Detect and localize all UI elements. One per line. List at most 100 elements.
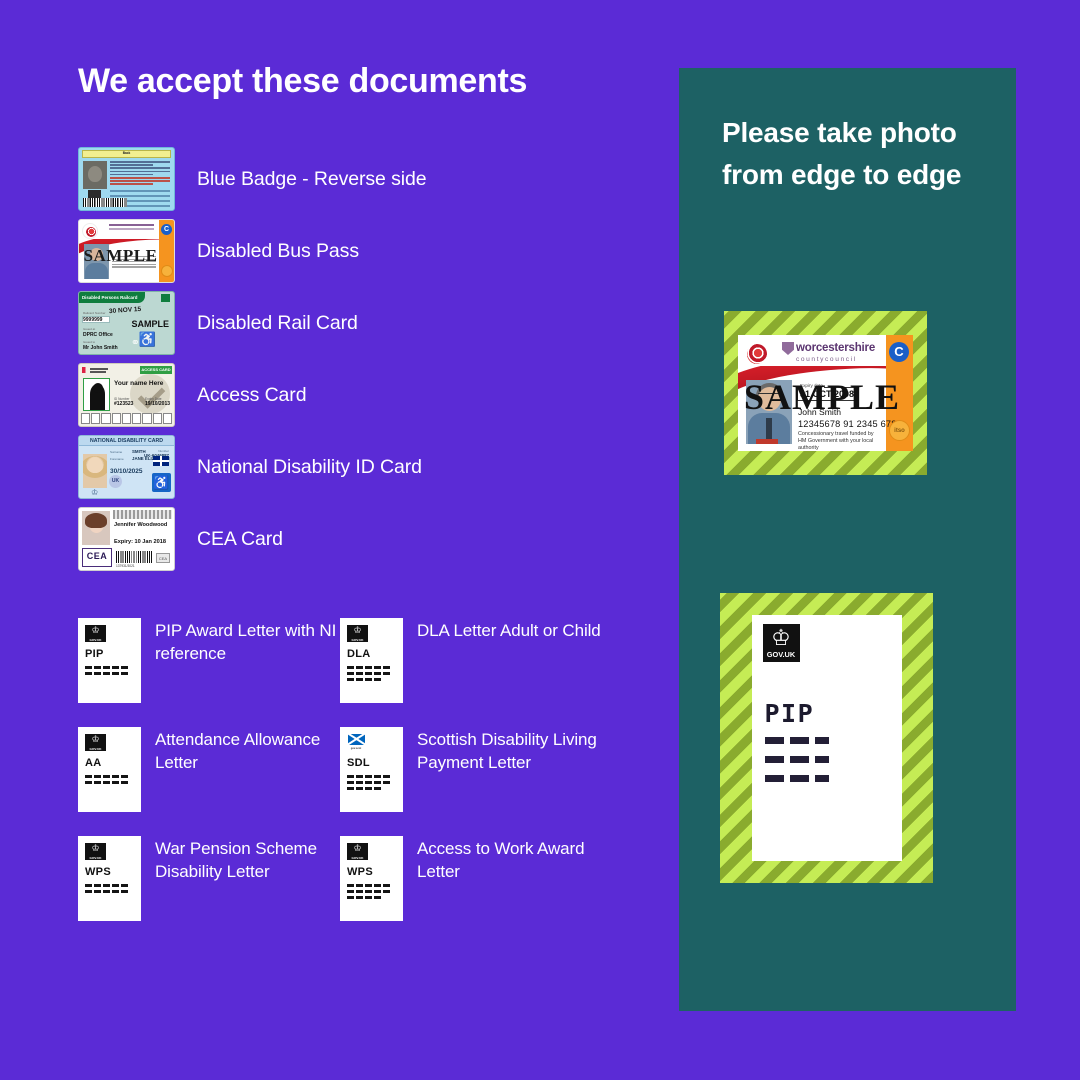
concession-letter: C <box>889 342 909 362</box>
document-label: Access Card <box>197 383 307 406</box>
letter-item-aa[interactable]: ♔ GOV.UK AA Attendance Allowance Letter <box>78 727 340 812</box>
scotland-letter-icon: gov.scot SDL <box>340 727 403 812</box>
letter-row: ♔ GOV.UK WPS War Pension Scheme Disabilit… <box>78 836 658 921</box>
letter-row: ♔ GOV.UK AA Attendance Allowance Letter g… <box>78 727 658 812</box>
sample-watermark: SAMPLE <box>83 246 158 265</box>
accepted-letters-grid: ♔ GOV.UK PIP PIP Award Letter with NI ref… <box>78 618 658 945</box>
panel-title: Please take photo from edge to edge <box>722 117 962 190</box>
uk-roundel: UK <box>109 475 122 488</box>
letter-code: SDL <box>347 757 370 769</box>
council-name-line2: countycouncil <box>796 356 857 363</box>
govuk-letter-icon: ♔ GOV.UK WPS <box>340 836 403 921</box>
govuk-crown-icon: ♔ GOV.UK <box>85 734 106 751</box>
access-card-name: Your name Here <box>114 380 164 387</box>
access-card-icon: ACCESS CARD Your name Here ID Number #12… <box>78 363 175 427</box>
access-card-badge: ACCESS CARD <box>140 366 172 374</box>
letter-code: WPS <box>347 866 373 878</box>
council-shield-icon <box>782 342 794 355</box>
govuk-crown-icon: ♔ GOV.UK <box>85 843 106 860</box>
govuk-letter-icon: ♔ GOV.UK DLA <box>340 618 403 703</box>
document-label: Disabled Rail Card <box>197 311 358 334</box>
blue-badge-card-icon: Back <box>78 147 175 211</box>
bus-pass-example-frame: C worcestershire countycouncil Expiry da… <box>724 311 927 475</box>
letter-label: PIP Award Letter with NI reference <box>155 621 337 663</box>
letter-item-access-to-work[interactable]: ♔ GOV.UK WPS Access to Work Award Letter <box>340 836 602 921</box>
photo-guidance-panel: Please take photo from edge to edge C wo… <box>679 68 1016 1011</box>
document-label: Blue Badge - Reverse side <box>197 167 427 190</box>
letter-label: War Pension Scheme Disability Letter <box>155 839 317 881</box>
national-disability-id-card-icon: NATIONAL DISABILITY CARD Surname SMITH F… <box>78 435 175 499</box>
bus-pass-example-image: C worcestershire countycouncil Expiry da… <box>738 335 913 451</box>
letter-label: Attendance Allowance Letter <box>155 730 321 772</box>
letter-text-lines <box>347 884 392 903</box>
document-row-national-disability-id-card[interactable]: NATIONAL DISABILITY CARD Surname SMITH F… <box>78 431 658 503</box>
page-title: We accept these documents <box>78 62 528 100</box>
govuk-crown-icon: ♔ GOV.UK <box>762 624 800 662</box>
wheelchair-icon: ♿ <box>152 473 171 492</box>
document-row-disabled-bus-pass[interactable]: C SAMPLE Disabled Bus Pass <box>78 215 658 287</box>
cea-expiry: Expiry: 10 Jan 2018 <box>114 539 166 545</box>
council-rose-logo <box>743 340 771 368</box>
letter-text-lines <box>764 737 829 794</box>
letter-text-lines <box>347 666 392 685</box>
letter-label: Access to Work Award Letter <box>417 839 585 881</box>
card-header: NATIONAL DISABILITY CARD <box>90 438 163 444</box>
itso-logo: itso <box>889 420 910 441</box>
govuk-crown-icon: ♔ GOV.UK <box>85 625 106 642</box>
scotland-flag-icon: gov.scot <box>347 734 368 751</box>
letter-code: WPS <box>85 866 111 878</box>
document-row-disabled-rail-card[interactable]: Disabled Persons Railcard 30 NOV 15 SAMP… <box>78 287 658 359</box>
letter-item-sdl[interactable]: gov.scot SDL Scottish Disability Living … <box>340 727 602 812</box>
govuk-crown-icon: ♔ GOV.UK <box>347 843 368 860</box>
govuk-letter-icon: ♔ GOV.UK PIP <box>78 618 141 703</box>
blue-badge-header: Back <box>122 150 131 155</box>
document-label: Disabled Bus Pass <box>197 239 359 262</box>
cea-holder-name: Jennifer Woodwood <box>114 522 168 528</box>
govuk-crown-icon: ♔ GOV.UK <box>347 625 368 642</box>
cea-logo-text: CEA <box>86 551 108 561</box>
letter-text-lines <box>85 775 130 787</box>
letter-label: DLA Letter Adult or Child <box>417 621 601 640</box>
letter-code: PIP <box>764 699 815 728</box>
letter-text-lines <box>85 884 130 896</box>
expiry-value: 19/10/2013 <box>145 401 171 407</box>
document-row-cea-card[interactable]: Jennifer Woodwood Expiry: 10 Jan 2018 CE… <box>78 503 658 575</box>
railcard-number: 9999999 <box>83 317 103 323</box>
letter-text-lines <box>347 775 392 794</box>
sample-watermark: SAMPLE <box>131 319 169 329</box>
govuk-wordmark: GOV.UK <box>766 650 796 659</box>
letter-code: DLA <box>347 648 371 660</box>
letter-text-lines <box>85 666 130 678</box>
cea-card-icon: Jennifer Woodwood Expiry: 10 Jan 2018 CE… <box>78 507 175 571</box>
document-label: National Disability ID Card <box>197 455 422 478</box>
uk-flag-icon <box>153 456 169 466</box>
railcard-header: Disabled Persons Railcard <box>82 295 138 300</box>
sample-watermark: SAMPLE <box>744 377 901 417</box>
cea-barcode-number: 137931/3021 <box>116 564 135 568</box>
railcard-issuer: DPRC Office <box>83 332 113 338</box>
letter-item-wps[interactable]: ♔ GOV.UK WPS War Pension Scheme Disabilit… <box>78 836 340 921</box>
crown-icon: ♔ <box>91 488 99 497</box>
council-name-line1: worcestershire <box>796 342 876 354</box>
disabled-bus-pass-card-icon: C SAMPLE <box>78 219 175 283</box>
id-number-value: #123523 <box>114 401 134 407</box>
disabled-rail-card-icon: Disabled Persons Railcard 30 NOV 15 SAMP… <box>78 291 175 355</box>
footer-line1: Concessionary travel funded by <box>798 431 874 437</box>
document-row-blue-badge[interactable]: Back Blue Badge - Reverse side <box>78 143 658 215</box>
footer-line2: HM Government with your local authority <box>798 438 874 451</box>
letter-item-dla[interactable]: ♔ GOV.UK DLA DLA Letter Adult or Child <box>340 618 602 703</box>
railcard-holder: Mr John Smith <box>83 345 118 351</box>
govuk-letter-icon: ♔ GOV.UK AA <box>78 727 141 812</box>
dob-value: 30/10/2025 <box>110 468 143 475</box>
letter-row: ♔ GOV.UK PIP PIP Award Letter with NI ref… <box>78 618 658 703</box>
letter-item-pip[interactable]: ♔ GOV.UK PIP PIP Award Letter with NI ref… <box>78 618 340 703</box>
pip-letter-example-frame: ♔ GOV.UK PIP <box>720 593 933 883</box>
document-row-access-card[interactable]: ACCESS CARD Your name Here ID Number #12… <box>78 359 658 431</box>
card-number: 12345678 91 2345 6789 <box>798 419 902 429</box>
govuk-letter-icon: ♔ GOV.UK WPS <box>78 836 141 921</box>
letter-code: AA <box>85 757 102 769</box>
railcard-date: 30 NOV 15 <box>108 305 142 316</box>
document-label: CEA Card <box>197 527 283 550</box>
letter-label: Scottish Disability Living Payment Lette… <box>417 730 597 772</box>
letter-code: PIP <box>85 648 104 660</box>
